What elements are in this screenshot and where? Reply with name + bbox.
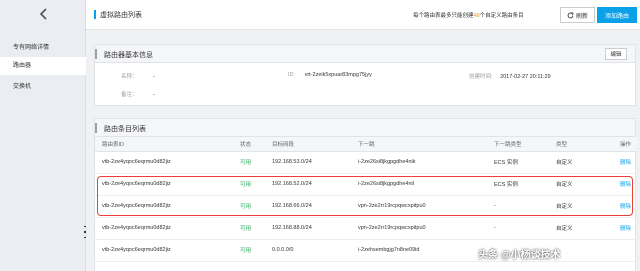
column-header: 下一跳类型 xyxy=(487,137,549,152)
status-cell: 可用 xyxy=(233,151,265,174)
column-header: 目标网段 xyxy=(265,137,351,152)
table-row: vtb-2ze4yqoc6eqrmu0d82jiz 可用 192.168.53.… xyxy=(95,151,637,174)
table-header-row: 路由表ID 状态 目标网段 下一跳 下一跳类型 类型 操作 xyxy=(95,137,637,152)
status-cell: 可用 xyxy=(233,173,265,196)
id-field: ID: vrt-2zeik5xpuar83mpg75jyy xyxy=(288,72,372,78)
watermark: 头条 @小杨谈技术 xyxy=(478,250,561,261)
delete-link[interactable]: 删除 xyxy=(613,173,637,196)
delete-link[interactable]: 删除 xyxy=(613,217,637,240)
next-hop: i-2zehsembgjg7n8ne09id xyxy=(351,239,487,262)
next-hop-type: - xyxy=(487,195,549,218)
route-table-id: vtb-2ze4yqoc6eqrmu0d82jiz xyxy=(95,151,233,174)
destination-cidr: 192.168.52.0/24 xyxy=(265,173,351,196)
route-table-id: vtb-2ze4yqoc6eqrmu0d82jiz xyxy=(95,173,233,196)
name-field: 名称： - xyxy=(121,74,155,80)
sidebar-item-router[interactable]: 路由器 xyxy=(0,57,86,75)
note-field: 备注： - xyxy=(121,92,155,98)
next-hop: i-2ze26si8jkgpgdhe4nil xyxy=(351,173,487,196)
title-accent-bar xyxy=(94,10,96,19)
panel-title: 路由器基本信息 xyxy=(104,52,153,59)
destination-cidr: 192.168.53.0/24 xyxy=(265,151,351,174)
page-title: 虚拟路由列表 xyxy=(100,12,142,19)
route-type: 自定义 xyxy=(549,217,613,240)
add-route-button[interactable]: 添加路由 xyxy=(597,7,637,23)
refresh-button[interactable]: 刷新 xyxy=(560,7,595,23)
route-type: 自定义 xyxy=(549,195,613,218)
delete-link[interactable]: 删除 xyxy=(613,151,637,174)
main-content: 虚拟路由列表 每个路由表最多只能创建48个自定义路由条目 刷新 添加路由 路由器… xyxy=(86,0,640,271)
table-row: vtb-2ze4yqoc6eqrmu0d82jiz 可用 192.168.52.… xyxy=(95,173,637,196)
next-hop: vpn-2ze2rr19rcpqwcxpitpu0 xyxy=(351,217,487,240)
route-limit-note: 每个路由表最多只能创建48个自定义路由条目 xyxy=(413,13,524,19)
delete-link[interactable] xyxy=(613,239,637,262)
refresh-icon xyxy=(567,11,574,18)
column-header: 操作 xyxy=(613,137,637,152)
panel-header: 路由条目列表 xyxy=(95,119,635,137)
created-time-field: 创建时间: 2017-02-27 20:11:29 xyxy=(469,74,551,80)
route-type: 自定义 xyxy=(549,173,613,196)
sidebar-item-switch[interactable]: 交换机 xyxy=(0,78,86,96)
destination-cidr: 192.168.66.0/24 xyxy=(265,195,351,218)
route-table-id: vtb-2ze4yqoc6eqrmu0d82jiz xyxy=(95,195,233,218)
sidebar-item-vpc-details[interactable]: 专有网络详情 xyxy=(0,39,86,57)
panel-accent-bar xyxy=(95,123,97,133)
next-hop-type: ECS 实例 xyxy=(487,173,549,196)
back-arrow-icon[interactable] xyxy=(36,6,52,22)
column-header: 状态 xyxy=(233,137,265,152)
panel-title: 路由条目列表 xyxy=(104,126,146,133)
status-cell: 可用 xyxy=(233,217,265,240)
route-table: 路由表ID 状态 目标网段 下一跳 下一跳类型 类型 操作 vtb-2ze4yq… xyxy=(95,137,637,262)
next-hop: i-2ze26si8jkgpgdhe4nik xyxy=(351,151,487,174)
router-basic-info-panel: 路由器基本信息 编辑 名称： - ID: vrt-2zeik5xpuar83mp… xyxy=(94,44,636,106)
panel-accent-bar xyxy=(95,49,97,59)
status-cell: 可用 xyxy=(233,195,265,218)
column-header: 类型 xyxy=(549,137,613,152)
route-table-id: vtb-2ze4yqoc6eqrmu0d82jiz xyxy=(95,217,233,240)
column-header: 下一跳 xyxy=(351,137,487,152)
page-header: 虚拟路由列表 每个路由表最多只能创建48个自定义路由条目 刷新 添加路由 xyxy=(86,0,640,30)
next-hop-type: ECS 实例 xyxy=(487,151,549,174)
panel-header: 路由器基本信息 编辑 xyxy=(95,45,635,63)
delete-link[interactable]: 删除 xyxy=(613,195,637,218)
next-hop: vpn-2ze2rr19rcpqwcxpitpu0 xyxy=(351,195,487,218)
status-cell: 可用 xyxy=(233,239,265,262)
column-header: 路由表ID xyxy=(95,137,233,152)
destination-cidr: 192.168.88.0/24 xyxy=(265,217,351,240)
next-hop-type: - xyxy=(487,217,549,240)
destination-cidr: 0.0.0.0/0 xyxy=(265,239,351,262)
edit-button[interactable]: 编辑 xyxy=(605,48,627,60)
route-table-id: vtb-2ze4yqoc6eqrmu0d82jiz xyxy=(95,239,233,262)
table-row: vtb-2ze4yqoc6eqrmu0d82jiz 可用 192.168.66.… xyxy=(95,195,637,218)
sidebar: 专有网络详情 路由器 交换机 xyxy=(0,0,92,271)
route-type: 自定义 xyxy=(549,151,613,174)
table-row: vtb-2ze4yqoc6eqrmu0d82jiz 可用 192.168.88.… xyxy=(95,217,637,240)
